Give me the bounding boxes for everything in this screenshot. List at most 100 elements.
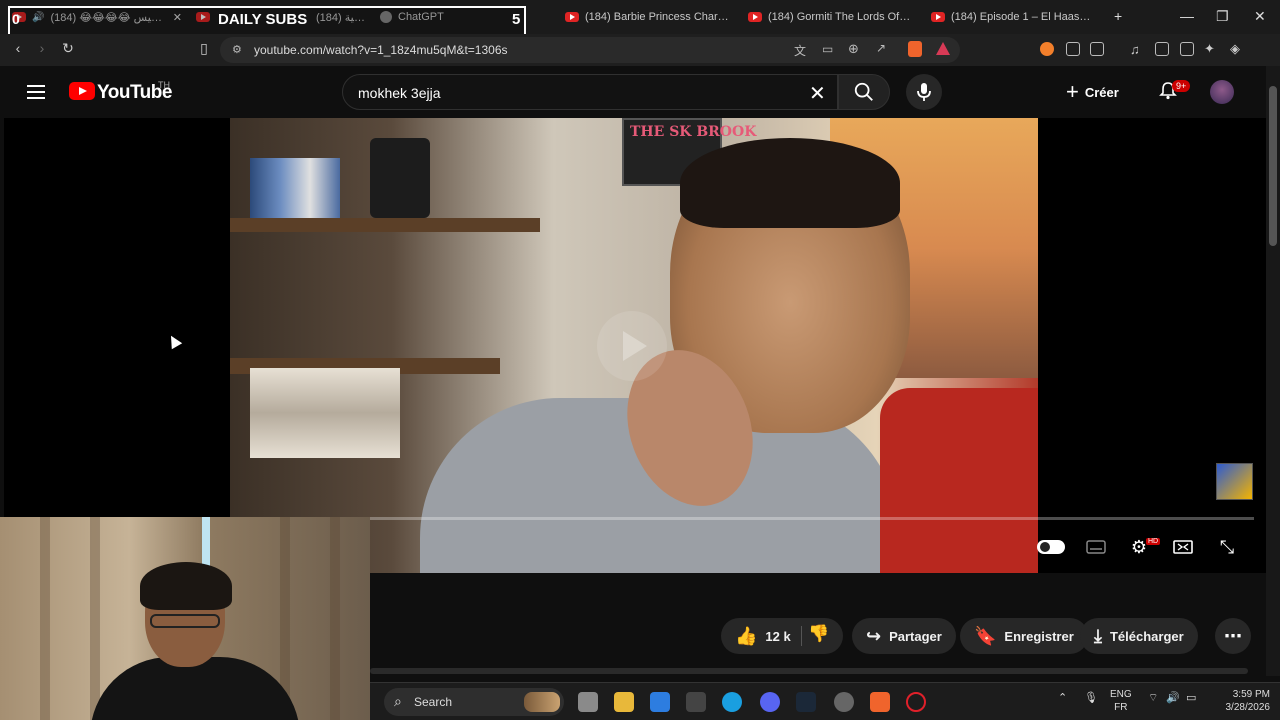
browser-tab[interactable]: (184) Barbie Princess Charm Sch xyxy=(565,4,730,30)
sign-text: THE SK BROOK xyxy=(630,124,757,140)
sidebar-icon[interactable] xyxy=(1090,42,1104,56)
share-button[interactable]: ↪ Partager xyxy=(852,618,956,654)
language-indicator[interactable]: ENG FR xyxy=(1110,688,1132,714)
address-bar[interactable]: ⚙ youtube.com/watch?v=1_18z4mu5qM&t=1306… xyxy=(220,37,960,63)
share-page-icon[interactable]: ↗ xyxy=(876,41,886,55)
overlay-right-number: 5 xyxy=(512,11,521,28)
browser-tab[interactable]: (184) Episode 1 – El Haasn Prog xyxy=(931,4,1096,30)
task-view-icon[interactable] xyxy=(578,692,598,712)
theater-mode-icon[interactable] xyxy=(1171,536,1195,558)
share-label: Partager xyxy=(889,628,942,644)
youtube-logo-icon[interactable] xyxy=(69,82,95,100)
close-window-icon[interactable]: ✕ xyxy=(1254,8,1266,25)
extensions-icon[interactable] xyxy=(1066,42,1080,56)
new-tab-icon[interactable]: + xyxy=(1114,8,1122,24)
store-icon[interactable] xyxy=(650,692,670,712)
forward-icon[interactable]: › xyxy=(32,40,52,56)
save-label: Enregistrer xyxy=(1004,628,1074,644)
tab-label: (184) Barbie Princess Charm Sch xyxy=(585,11,730,23)
play-icon[interactable] xyxy=(597,311,667,381)
brave-rewards-icon[interactable] xyxy=(936,42,950,55)
obs-icon[interactable] xyxy=(834,692,854,712)
vpn-icon[interactable]: ◈ xyxy=(1230,41,1240,57)
reload-icon[interactable]: ↻ xyxy=(58,40,78,57)
video-frame[interactable]: THE SK BROOK xyxy=(230,118,1038,573)
voice-search-button[interactable] xyxy=(906,74,942,110)
overlay-left-number: 0 xyxy=(12,11,20,27)
search-icon xyxy=(854,82,873,101)
browser-tab[interactable]: (184) Gormiti The Lords Of Natu xyxy=(748,4,913,30)
windows-taskbar: ⌕ Search ⌃ 🎙 ENG FR ⌔ 🔊 ▭ 3:59 PM 3/28/2… xyxy=(370,682,1280,720)
tray-mic-icon[interactable]: 🎙 xyxy=(1084,691,1098,704)
zoom-icon[interactable]: ⊕ xyxy=(848,41,859,57)
browser-tab-strip: 🔊 (184) 😂😂😂😂 التلحيس ✕ (184) أغنية ChatG… xyxy=(0,0,1280,36)
search-query[interactable]: mokhek 3ejja xyxy=(358,85,441,101)
discord-icon[interactable] xyxy=(760,692,780,712)
taskbar-search[interactable]: ⌕ Search xyxy=(384,688,564,716)
progress-bar[interactable] xyxy=(370,517,1254,520)
app-icon[interactable] xyxy=(686,692,706,712)
create-label: Créer xyxy=(1084,84,1119,100)
volume-icon[interactable]: 🔊 xyxy=(1166,691,1180,704)
battery-icon[interactable]: ▭ xyxy=(1186,691,1196,704)
opera-icon[interactable] xyxy=(906,692,926,712)
tray-expand-icon[interactable]: ⌃ xyxy=(1058,691,1067,704)
clock-date: 3/28/2026 xyxy=(1225,702,1271,713)
microphone-icon xyxy=(917,83,931,101)
search-button[interactable] xyxy=(838,74,890,110)
leo-ai-icon[interactable]: ✦ xyxy=(1204,41,1215,57)
subtitles-icon[interactable] xyxy=(1084,536,1108,558)
hamburger-menu-icon[interactable] xyxy=(27,85,45,99)
file-explorer-icon[interactable] xyxy=(614,692,634,712)
save-button[interactable]: 🔖 Enregistrer xyxy=(960,618,1088,654)
avatar[interactable] xyxy=(1210,80,1234,104)
webcam-overlay xyxy=(0,517,370,720)
minimize-icon[interactable]: — xyxy=(1180,8,1194,24)
site-info-icon[interactable]: ⚙ xyxy=(232,43,242,56)
steam-icon[interactable] xyxy=(796,692,816,712)
more-actions-button[interactable]: ⋯ xyxy=(1215,618,1251,654)
scrollbar-thumb[interactable] xyxy=(1269,86,1277,246)
edge-icon[interactable] xyxy=(722,692,742,712)
brave-shields-icon[interactable] xyxy=(908,41,922,57)
create-button[interactable]: + Créer xyxy=(1066,78,1119,106)
channel-watermark[interactable] xyxy=(1216,463,1253,500)
lang-primary: ENG xyxy=(1110,689,1132,700)
autoplay-toggle[interactable] xyxy=(1037,540,1065,554)
fullscreen-icon[interactable]: ⤡ xyxy=(1215,536,1239,558)
curtain-fold xyxy=(330,517,340,720)
share-icon: ↪ xyxy=(866,625,882,646)
bookmark-save-icon: 🔖 xyxy=(974,625,997,646)
cast-icon[interactable]: ▭ xyxy=(822,42,833,56)
brave-icon[interactable] xyxy=(870,692,890,712)
panel-icon[interactable] xyxy=(1155,42,1169,56)
mug xyxy=(370,138,430,218)
thumbs-up-icon: 👍 xyxy=(735,625,758,646)
clock[interactable]: 3:59 PM 3/28/2026 xyxy=(1216,688,1271,714)
download-icon: ⤓ xyxy=(1094,625,1102,646)
search-icon: ⌕ xyxy=(394,693,402,709)
youtube-header: YouTube TH mokhek 3ejja ✕ + Créer 9+ xyxy=(0,66,1266,118)
page-scrollbar[interactable] xyxy=(1266,66,1280,676)
like-count: 12 k xyxy=(765,628,791,644)
youtube-icon xyxy=(565,12,579,22)
translate-icon[interactable]: 文 xyxy=(794,42,806,59)
bookmark-icon[interactable]: ▯ xyxy=(194,40,214,57)
wallet-icon[interactable] xyxy=(1180,42,1194,56)
overlay-title: DAILY SUBS xyxy=(218,11,308,28)
extension-icon[interactable] xyxy=(1040,42,1054,56)
horizontal-scrollbar[interactable] xyxy=(370,668,1248,674)
wifi-icon[interactable]: ⌔ xyxy=(1148,691,1158,705)
back-icon[interactable]: ‹ xyxy=(8,40,28,56)
lang-secondary: FR xyxy=(1114,702,1128,713)
book-stack xyxy=(250,368,400,458)
maximize-icon[interactable]: ❐ xyxy=(1216,8,1229,25)
clear-search-icon[interactable]: ✕ xyxy=(809,81,826,106)
like-divider xyxy=(801,626,802,646)
download-button[interactable]: ⤓ Télécharger xyxy=(1080,618,1198,654)
dislike-button[interactable]: 👎 xyxy=(808,624,829,644)
search-input[interactable]: mokhek 3ejja ✕ xyxy=(342,74,838,110)
clock-time: 3:59 PM xyxy=(1232,689,1270,700)
music-icon[interactable]: ♫ xyxy=(1130,42,1140,57)
second-person xyxy=(880,388,1038,573)
